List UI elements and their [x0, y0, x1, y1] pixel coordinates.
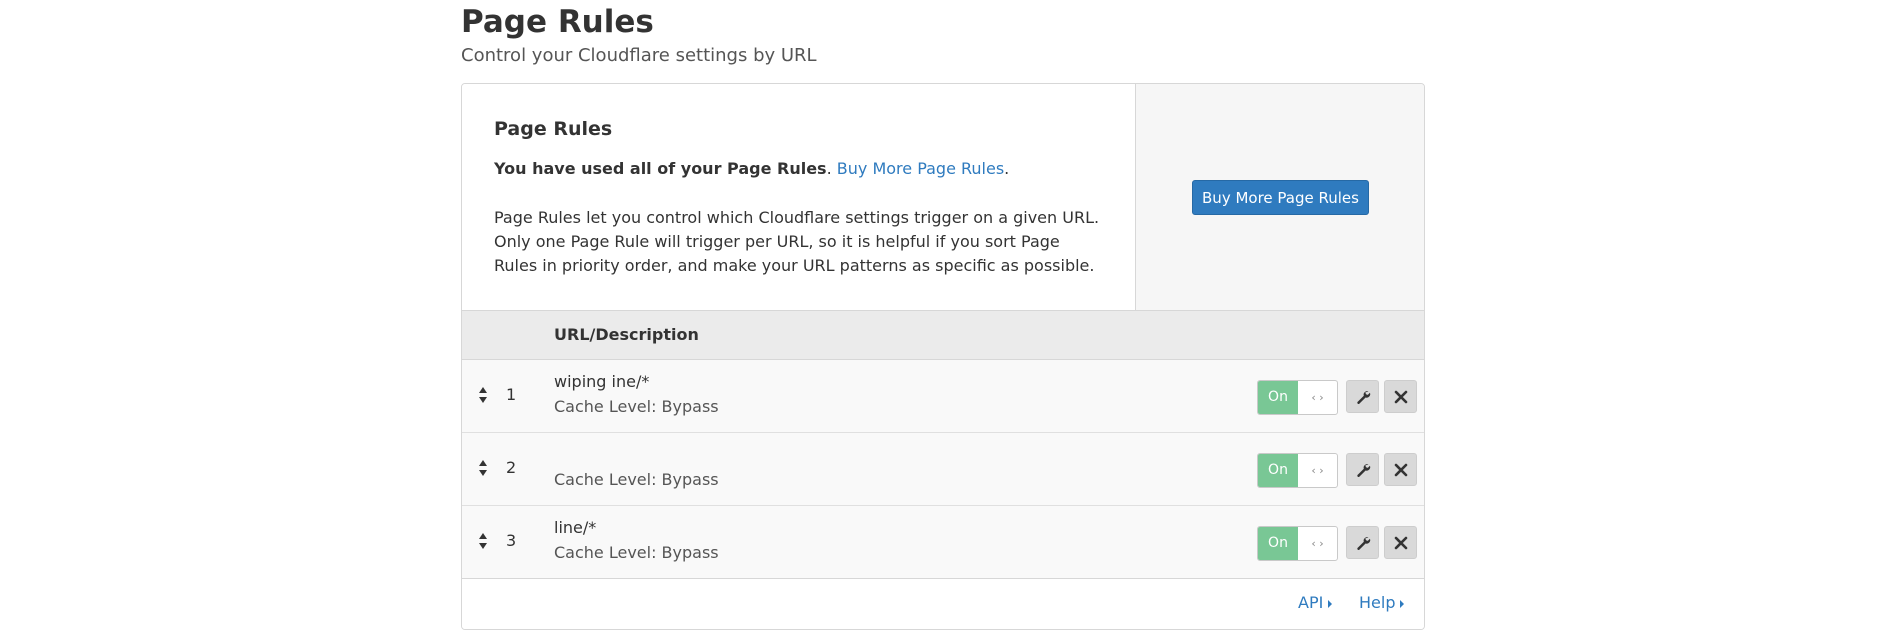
api-link-label: API [1298, 593, 1324, 612]
rule-url: wiping ine/* [554, 372, 650, 391]
delete-rule-button[interactable] [1384, 380, 1417, 413]
usage-text: You have used all of your Page Rules [494, 159, 827, 178]
rule-setting: Cache Level: Bypass [554, 470, 719, 489]
edit-rule-button[interactable] [1346, 380, 1379, 413]
api-link[interactable]: API [1298, 593, 1333, 612]
usage-period: . [826, 159, 832, 178]
table-row: 2 Cache Level: Bypass On ‹ › [462, 433, 1424, 506]
usage-end: . [1004, 159, 1010, 178]
wrench-icon [1357, 391, 1371, 405]
help-link[interactable]: Help [1359, 593, 1405, 612]
column-header-url: URL/Description [554, 325, 699, 344]
rule-toggle[interactable]: On ‹ › [1257, 453, 1338, 488]
card-title: Page Rules [494, 118, 613, 140]
rule-toggle[interactable]: On ‹ › [1257, 526, 1338, 561]
delete-rule-button[interactable] [1384, 526, 1417, 559]
sort-arrows-icon[interactable] [478, 459, 488, 477]
card-footer: API Help [462, 578, 1424, 629]
wrench-icon [1357, 464, 1371, 478]
table-row: 1 wiping ine/* Cache Level: Bypass On ‹ … [462, 360, 1424, 433]
edit-rule-button[interactable] [1346, 453, 1379, 486]
rule-toggle[interactable]: On ‹ › [1257, 380, 1338, 415]
help-link-label: Help [1359, 593, 1396, 612]
toggle-on-label: On [1258, 381, 1298, 414]
rule-number: 1 [506, 385, 517, 404]
sort-arrows-icon[interactable] [478, 386, 488, 404]
rule-url: line/* [554, 518, 597, 537]
card-description: Page Rules let you control which Cloudfl… [494, 208, 1100, 275]
toggle-grip-icon: ‹ › [1311, 464, 1324, 477]
toggle-grip-icon: ‹ › [1311, 537, 1324, 550]
rule-setting: Cache Level: Bypass [554, 543, 719, 562]
rule-number: 2 [506, 458, 517, 477]
buy-more-link[interactable]: Buy More Page Rules [837, 159, 1004, 178]
page-rules-card: Page Rules You have used all of your Pag… [461, 83, 1425, 630]
page-subtitle: Control your Cloudflare settings by URL [461, 45, 817, 66]
rule-number: 3 [506, 531, 517, 550]
sort-arrows-icon[interactable] [478, 532, 488, 550]
usage-message: You have used all of your Page Rules. Bu… [494, 159, 1009, 178]
close-icon [1394, 536, 1408, 550]
toggle-on-label: On [1258, 454, 1298, 487]
close-icon [1394, 390, 1408, 404]
delete-rule-button[interactable] [1384, 453, 1417, 486]
rule-setting: Cache Level: Bypass [554, 397, 719, 416]
toggle-grip-icon: ‹ › [1311, 391, 1324, 404]
caret-right-icon [1400, 599, 1405, 608]
table-row: 3 line/* Cache Level: Bypass On ‹ › [462, 506, 1424, 579]
caret-right-icon [1328, 599, 1333, 608]
close-icon [1394, 463, 1408, 477]
wrench-icon [1357, 537, 1371, 551]
table-header: URL/Description [462, 311, 1424, 360]
card-top: Page Rules You have used all of your Pag… [462, 84, 1424, 311]
page-title: Page Rules [461, 4, 654, 40]
card-aside-panel: Buy More Page Rules [1136, 84, 1424, 310]
edit-rule-button[interactable] [1346, 526, 1379, 559]
buy-more-button[interactable]: Buy More Page Rules [1192, 180, 1369, 215]
toggle-on-label: On [1258, 527, 1298, 560]
card-info-panel: Page Rules You have used all of your Pag… [462, 84, 1136, 310]
